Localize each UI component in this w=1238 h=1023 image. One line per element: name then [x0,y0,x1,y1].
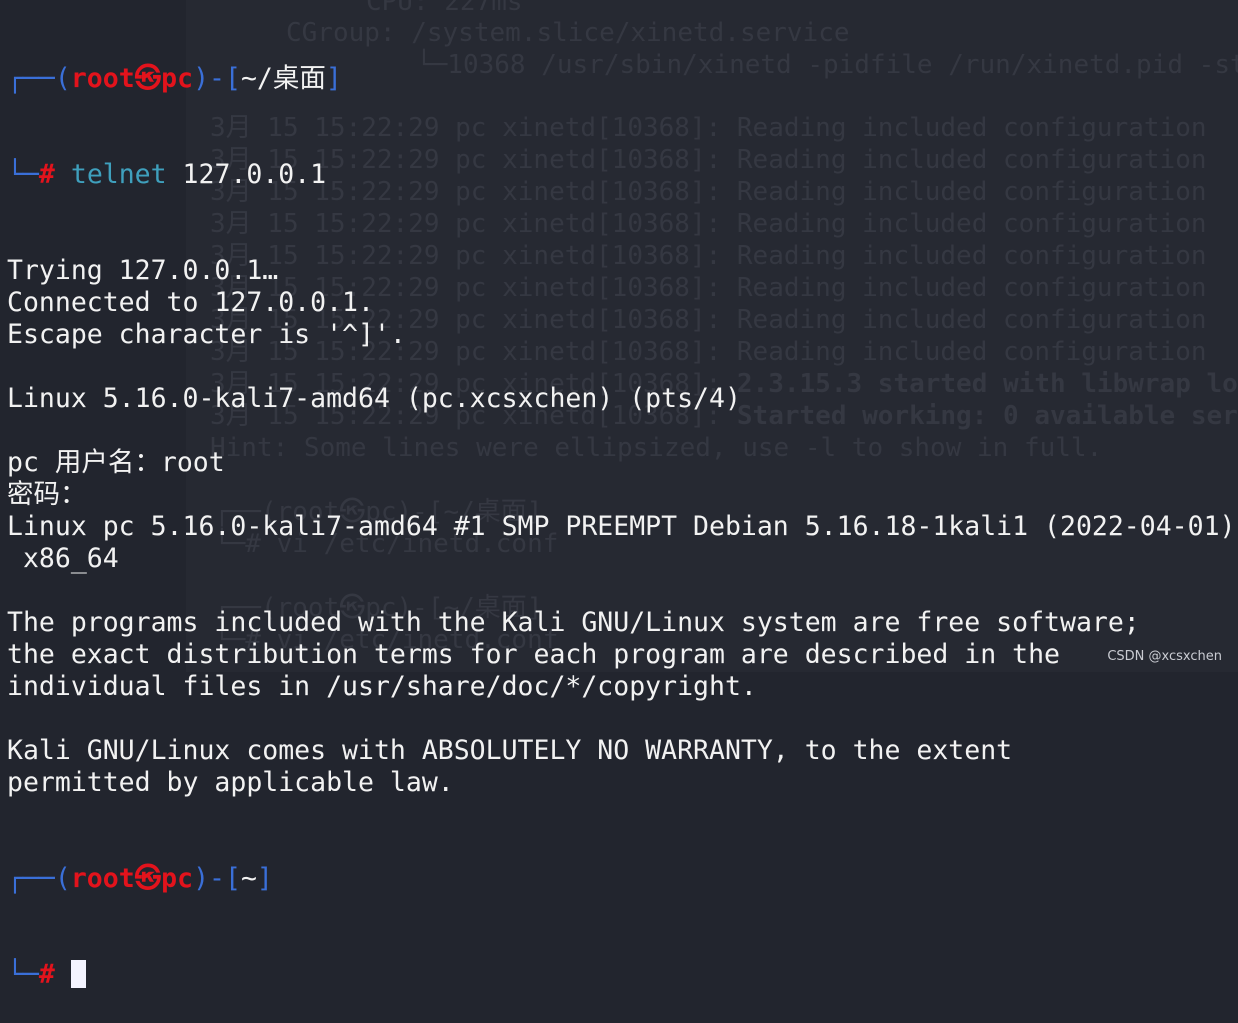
prompt-host: pc [161,63,194,94]
prompt-user: root [70,63,135,94]
output-line: Escape character is '^]'. [7,319,406,350]
output-line: Linux 5.16.0-kali7-amd64 (pc.xcsxchen) (… [7,383,741,414]
output-line: permitted by applicable law. [7,767,454,798]
terminal-output[interactable]: ┌──(root㉿pc)-[~/桌面] └─# telnet 127.0.0.1… [7,0,1236,1023]
input-line[interactable]: └─# [7,959,1236,991]
prompt-cwd: ~/桌面 [240,63,326,94]
output-line: Kali GNU/Linux comes with ABSOLUTELY NO … [7,735,1013,766]
prompt-cwd: ~ [240,863,257,894]
command-args: 127.0.0.1 [166,159,327,190]
output-line: x86_64 [7,543,119,574]
output-line: 密码： [7,479,87,510]
output-line: pc 用户名：root [7,447,225,478]
output-line: Connected to 127.0.0.1. [7,287,374,318]
prompt-hash: # [38,959,55,990]
output-line: Linux pc 5.16.0-kali7-amd64 #1 SMP PREEM… [7,511,1236,542]
at-symbol: ㉿ [134,863,162,894]
prompt-line: ┌──(root㉿pc)-[~] [7,863,273,894]
output-line: individual files in /usr/share/doc/*/cop… [7,671,757,702]
at-symbol: ㉿ [134,63,162,94]
prompt-user: root [70,863,135,894]
watermark: CSDN @xcsxchen [1107,649,1222,664]
output-line: The programs included with the Kali GNU/… [7,607,1140,638]
command-name: telnet [70,159,167,190]
prompt-host: pc [161,863,194,894]
text-cursor [70,960,86,988]
output-line: the exact distribution terms for each pr… [7,639,1060,670]
output-line: Trying 127.0.0.1… [7,255,279,286]
prompt-line: ┌──(root㉿pc)-[~/桌面] [7,63,342,94]
command-line: └─# telnet 127.0.0.1 [7,159,327,190]
prompt-hash: # [38,159,55,190]
